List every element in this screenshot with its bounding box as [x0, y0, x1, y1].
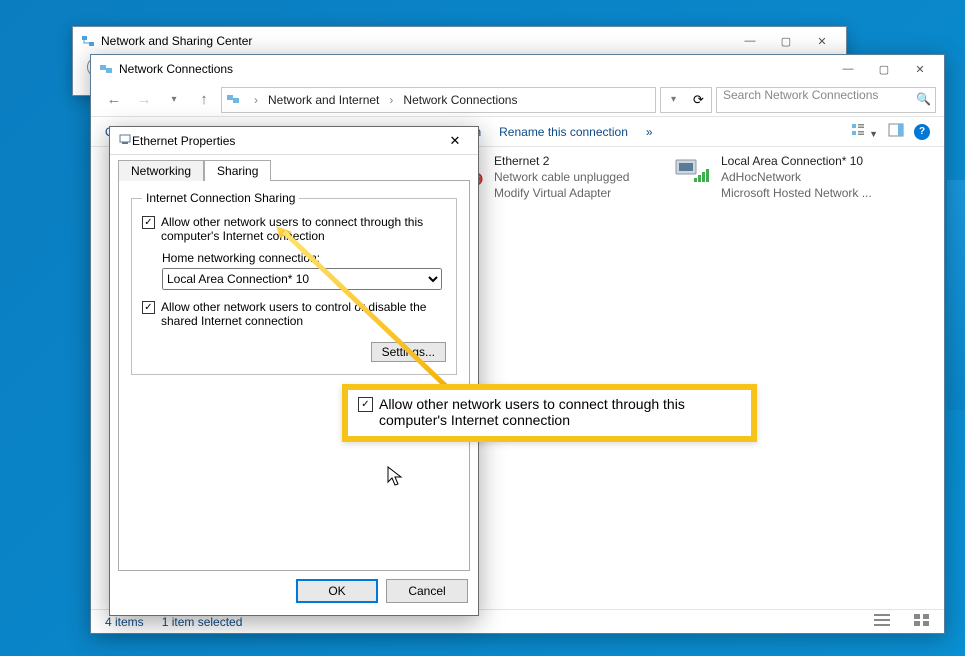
search-icon: 🔍	[916, 92, 931, 106]
sharing-center-icon	[81, 34, 95, 48]
help-icon[interactable]: ?	[914, 124, 930, 140]
maximize-button[interactable]: ▢	[866, 58, 902, 80]
connection-name: Local Area Connection* 10	[721, 153, 872, 169]
connection-name: Ethernet 2	[494, 153, 629, 169]
tab-sharing[interactable]: Sharing	[204, 160, 271, 181]
settings-button[interactable]: Settings...	[371, 342, 446, 362]
status-item-count: 4 items	[105, 615, 144, 629]
checkbox-allow-control[interactable]: ✓	[142, 301, 155, 314]
desktop-accent	[947, 180, 965, 410]
dialog-ethernet-properties: Ethernet Properties ✕ Networking Sharing…	[109, 126, 479, 616]
groupbox-title: Internet Connection Sharing	[142, 191, 299, 205]
toolbar-rename[interactable]: Rename this connection	[499, 125, 628, 139]
toolbar-more-chevron[interactable]: »	[646, 125, 653, 139]
ethernet-icon	[118, 132, 132, 149]
ok-button[interactable]: OK	[296, 579, 378, 603]
groupbox-ics: Internet Connection Sharing ✓ Allow othe…	[131, 191, 457, 375]
checkbox-allow-control-label: Allow other network users to control or …	[161, 300, 446, 328]
status-selected-count: 1 item selected	[162, 615, 243, 629]
connection-adapter: Microsoft Hosted Network ...	[721, 185, 872, 201]
refresh-button[interactable]: ⟳	[686, 87, 712, 113]
connection-status: AdHocNetwork	[721, 169, 872, 185]
minimize-button[interactable]: —	[830, 58, 866, 80]
view-options-button[interactable]: ▼	[851, 123, 878, 140]
chevron-right-icon[interactable]: ›	[250, 93, 262, 107]
maximize-button[interactable]: ▢	[768, 30, 804, 52]
title-text: Network and Sharing Center	[101, 34, 252, 48]
nav-recent-dropdown[interactable]: ▾	[161, 87, 187, 113]
home-networking-select[interactable]: Local Area Connection* 10	[162, 268, 442, 290]
dialog-title-text: Ethernet Properties	[132, 134, 235, 148]
search-placeholder: Search Network Connections	[723, 88, 878, 102]
breadcrumb-level-1[interactable]: Network and Internet	[268, 93, 379, 107]
titlebar-network-connections: Network Connections — ▢ ✕	[91, 55, 944, 83]
tab-panel-sharing: Internet Connection Sharing ✓ Allow othe…	[118, 180, 470, 571]
close-button[interactable]: ✕	[804, 30, 840, 52]
control-panel-icon	[226, 92, 242, 108]
connection-adapter: Modify Virtual Adapter	[494, 185, 629, 201]
titlebar-sharing-center: Network and Sharing Center — ▢ ✕	[73, 27, 846, 55]
callout-checkbox-icon: ✓	[358, 397, 373, 412]
breadcrumb-level-2[interactable]: Network Connections	[403, 93, 517, 107]
breadcrumb-history-dropdown[interactable]: ▾	[660, 87, 686, 113]
home-networking-label-row: Home networking connection:	[162, 251, 446, 265]
close-button[interactable]: ✕	[902, 58, 938, 80]
nav-row: ← → ▾ ↑ › Network and Internet › Network…	[91, 83, 944, 117]
annotation-callout: ✓ Allow other network users to connect t…	[342, 384, 757, 442]
checkbox-allow-connect-row[interactable]: ✓ Allow other network users to connect t…	[142, 215, 446, 243]
network-adapter-icon	[673, 153, 713, 189]
checkbox-allow-connect-label: Allow other network users to connect thr…	[161, 215, 446, 243]
view-large-icons-icon[interactable]	[914, 614, 930, 629]
preview-pane-button[interactable]	[888, 123, 904, 140]
callout-text: Allow other network users to connect thr…	[379, 396, 741, 428]
checkbox-allow-control-row[interactable]: ✓ Allow other network users to control o…	[142, 300, 446, 328]
dialog-titlebar: Ethernet Properties ✕	[110, 127, 478, 155]
dialog-button-row: OK Cancel	[110, 579, 478, 615]
search-input[interactable]: Search Network Connections 🔍	[716, 87, 936, 113]
connection-item-lac10[interactable]: Local Area Connection* 10 AdHocNetwork M…	[673, 153, 872, 202]
tab-strip: Networking Sharing	[110, 155, 478, 180]
breadcrumb[interactable]: › Network and Internet › Network Connect…	[221, 87, 656, 113]
minimize-button[interactable]: —	[732, 30, 768, 52]
nav-forward-button: →	[131, 87, 157, 113]
checkbox-allow-connect[interactable]: ✓	[142, 216, 155, 229]
mouse-cursor-icon	[387, 466, 403, 488]
view-details-icon[interactable]	[874, 614, 890, 629]
connection-status: Network cable unplugged	[494, 169, 629, 185]
title-text: Network Connections	[119, 62, 233, 76]
nav-up-button[interactable]: ↑	[191, 87, 217, 113]
network-connections-icon	[99, 62, 113, 76]
cancel-button[interactable]: Cancel	[386, 579, 468, 603]
nav-back-button[interactable]: ←	[101, 87, 127, 113]
tab-networking[interactable]: Networking	[118, 160, 204, 181]
dialog-close-button[interactable]: ✕	[438, 130, 472, 152]
home-networking-label: Home networking connection:	[162, 251, 446, 265]
chevron-right-icon[interactable]: ›	[385, 93, 397, 107]
